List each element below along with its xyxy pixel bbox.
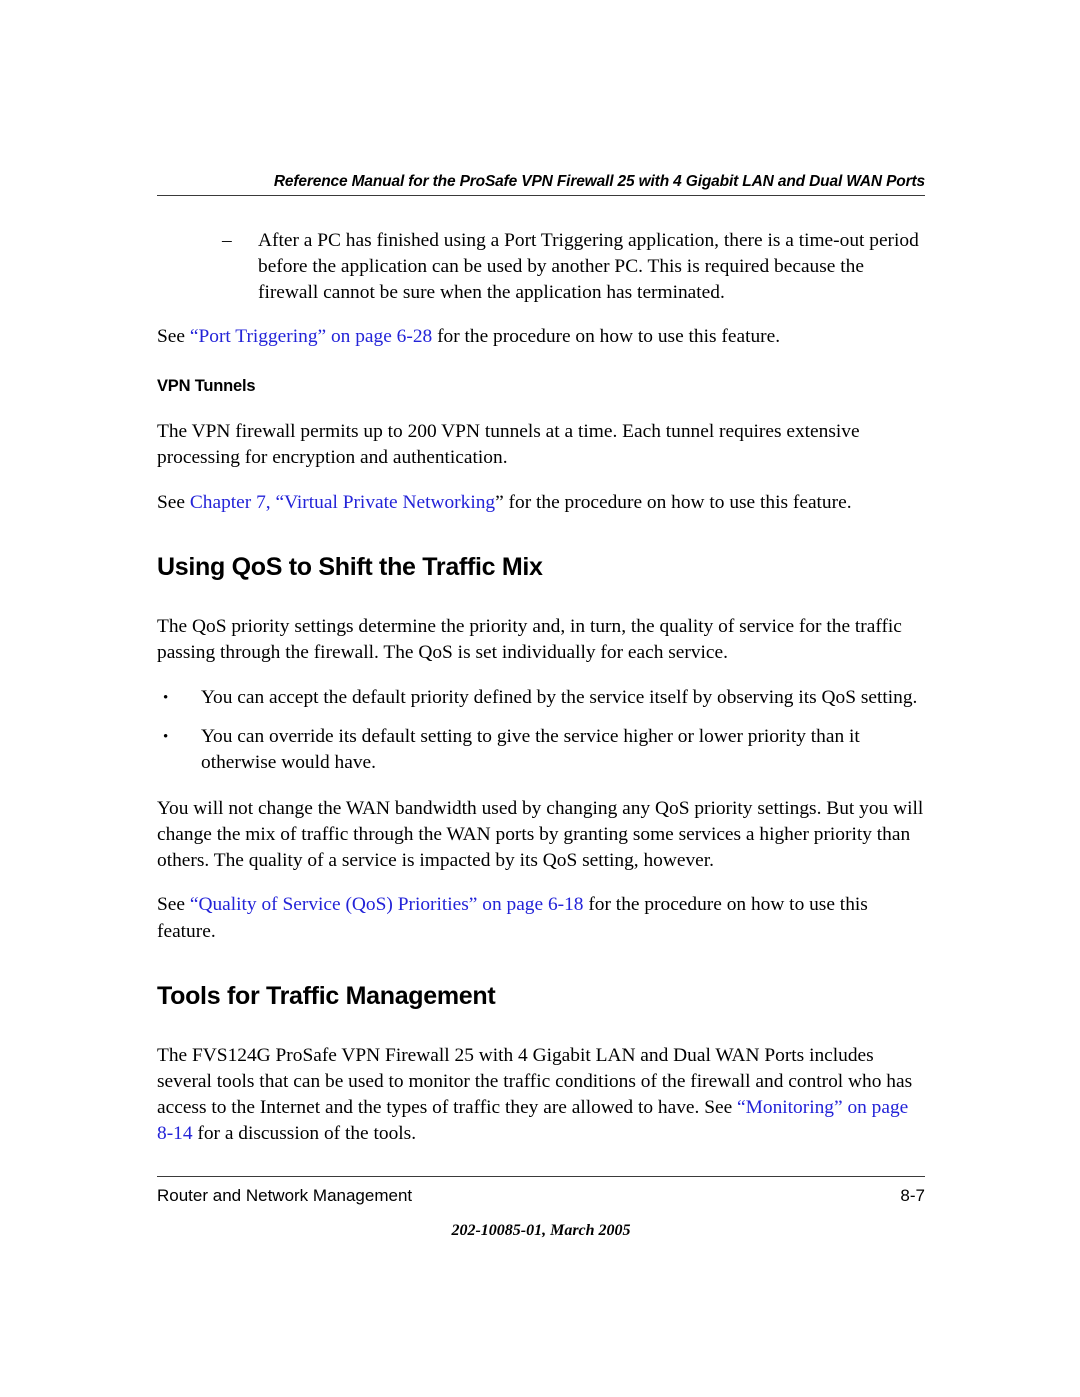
paragraph-qos-intro: The QoS priority settings determine the … (157, 615, 902, 663)
page-footer: Router and Network Management 8-7 202-10… (157, 1176, 925, 1241)
running-header-title: Reference Manual for the ProSafe VPN Fir… (273, 173, 925, 190)
link-port-triggering[interactable]: “Port Triggering” on page 6-28 (190, 326, 432, 347)
xref-tail-text: for the procedure on how to use this fea… (432, 326, 781, 348)
bullet-marker: • (163, 728, 169, 745)
paragraph-tail-text: for a discussion of the tools. (192, 1122, 417, 1144)
paragraph-tools: The FVS124G ProSafe VPN Firewall 25 with… (157, 1043, 929, 1147)
list-item: • You can accept the default priority de… (163, 685, 929, 711)
list-item: • You can override its default setting t… (163, 724, 929, 776)
link-chapter7-virtual-private-networking[interactable]: Chapter 7, “Virtual Private Networking (190, 492, 495, 513)
page-title-using-qos: Using QoS to Shift the Traffic Mix (157, 552, 543, 581)
xref-tail-text: for the procedure on how to use this fea… (503, 491, 852, 513)
paragraph-vpn-tunnels: The VPN firewall permits up to 200 VPN t… (157, 421, 860, 469)
list-item-text: You can override its default setting to … (201, 725, 860, 774)
footer-page-number: 8-7 (900, 1186, 925, 1205)
header-divider (157, 195, 925, 196)
footer-divider (157, 1176, 925, 1177)
section-heading-vpn-tunnels: VPN Tunnels (157, 377, 256, 396)
footer-row: Router and Network Management 8-7 (157, 1185, 925, 1207)
link-quality-of-service-priorities[interactable]: “Quality of Service (QoS) Priorities” on… (190, 894, 584, 915)
paragraph-qos-bandwidth: You will not change the WAN bandwidth us… (157, 798, 924, 872)
cross-reference-paragraph-qos-priorities: See “Quality of Service (QoS) Priorities… (157, 892, 929, 944)
en-dash-marker: – (222, 230, 232, 251)
list-item-text: After a PC has finished using a Port Tri… (258, 230, 919, 304)
closing-quote: ” (495, 491, 504, 513)
xref-lead-text: See (157, 894, 190, 916)
list-item: – After a PC has finished using a Port T… (222, 228, 929, 306)
bullet-marker: • (163, 689, 169, 706)
xref-lead-text: See (157, 326, 190, 348)
cross-reference-paragraph-chapter7: See Chapter 7, “Virtual Private Networki… (157, 490, 929, 516)
page-content: – After a PC has finished using a Port T… (157, 228, 929, 1147)
document-page: Reference Manual for the ProSafe VPN Fir… (0, 0, 1080, 1397)
running-header: Reference Manual for the ProSafe VPN Fir… (157, 172, 925, 196)
list-item-text: You can accept the default priority defi… (201, 686, 918, 708)
page-title-tools-for-traffic-management: Tools for Traffic Management (157, 981, 496, 1010)
xref-lead-text: See (157, 491, 190, 513)
footer-chapter-name: Router and Network Management (157, 1186, 413, 1205)
footer-document-id: 202-10085-01, March 2005 (451, 1222, 631, 1239)
cross-reference-paragraph-port-triggering: See “Port Triggering” on page 6-28 for t… (157, 324, 929, 350)
